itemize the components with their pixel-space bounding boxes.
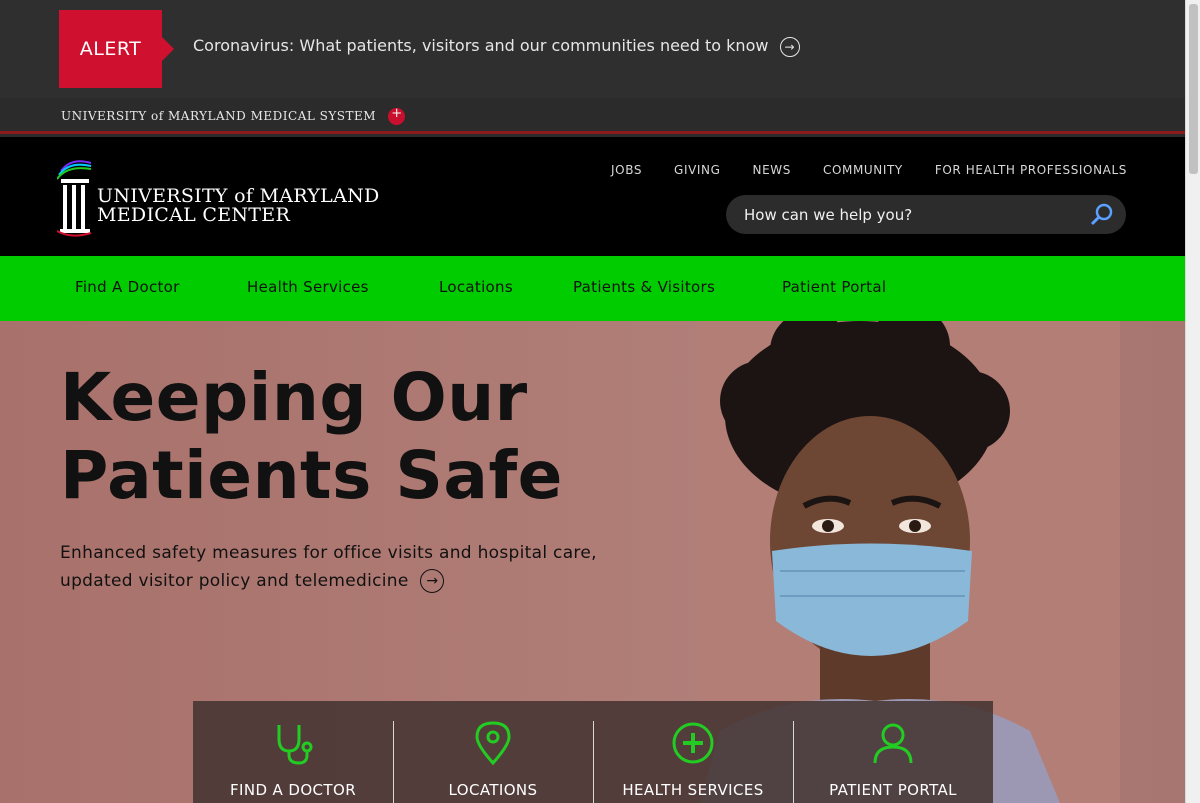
utility-link-news[interactable]: NEWS (753, 163, 791, 177)
search-input[interactable] (744, 195, 1074, 234)
quick-link-label: PATIENT PORTAL (829, 781, 957, 799)
header: UNIVERSITY of MARYLAND MEDICAL CENTER JO… (0, 137, 1185, 256)
hero-subtitle: Enhanced safety measures for office visi… (60, 543, 597, 591)
quick-link-label: FIND A DOCTOR (229, 781, 357, 799)
utility-link-giving[interactable]: GIVING (674, 163, 720, 177)
logo[interactable]: UNIVERSITY of MARYLAND MEDICAL CENTER (57, 157, 379, 237)
stethoscope-icon (277, 725, 313, 765)
plus-circle-icon (672, 722, 714, 764)
nav-patients-visitors[interactable]: Patients & Visitors (573, 278, 715, 296)
utility-link-jobs[interactable]: JOBS (611, 163, 642, 177)
alert-bar: ALERT Coronavirus: What patients, visito… (0, 0, 1185, 98)
quick-link-locations[interactable]: LOCATIONS (393, 701, 593, 803)
page-scrollbar[interactable] (1185, 0, 1200, 803)
arrow-right-icon: → (420, 569, 445, 593)
system-name: UNIVERSITY of MARYLAND MEDICAL SYSTEM (61, 109, 377, 123)
hero-title-line-1: Keeping Our (60, 359, 528, 436)
quick-link-patient-portal[interactable]: PATIENT PORTAL (793, 701, 993, 803)
quick-link-health-services[interactable]: HEALTH SERVICES (593, 701, 793, 803)
alert-message: Coronavirus: What patients, visitors and… (193, 36, 769, 55)
alert-link[interactable]: Coronavirus: What patients, visitors and… (193, 36, 800, 57)
arrow-right-icon: → (779, 36, 800, 57)
quick-links: FIND A DOCTOR LOCATIONS HEALTH SERVICES (193, 701, 993, 803)
main-nav: Find A Doctor Health Services Locations … (0, 256, 1185, 321)
search-icon[interactable] (1088, 201, 1116, 229)
expand-plus-icon (388, 106, 406, 125)
page: ALERT Coronavirus: What patients, visito… (0, 0, 1200, 803)
alert-badge: ALERT (59, 10, 174, 88)
system-bar: UNIVERSITY of MARYLAND MEDICAL SYSTEM (0, 98, 1185, 134)
nav-locations[interactable]: Locations (439, 278, 513, 296)
logo-line-2: MEDICAL CENTER (97, 204, 291, 226)
utility-link-community[interactable]: COMMUNITY (823, 163, 903, 177)
system-link[interactable]: UNIVERSITY of MARYLAND MEDICAL SYSTEM (61, 106, 406, 125)
user-icon (873, 723, 913, 764)
quick-link-find-a-doctor[interactable]: FIND A DOCTOR (193, 701, 393, 803)
utility-link-health-professionals[interactable]: FOR HEALTH PROFESSIONALS (935, 163, 1127, 177)
nav-health-services[interactable]: Health Services (247, 278, 369, 296)
nav-patient-portal[interactable]: Patient Portal (782, 278, 886, 296)
hero: Keeping Our Patients Safe Enhanced safet… (0, 321, 1185, 803)
search-box (726, 195, 1126, 234)
nav-find-a-doctor[interactable]: Find A Doctor (75, 278, 180, 296)
hero-subtitle-link[interactable]: Enhanced safety measures for office visi… (60, 539, 620, 595)
map-pin-icon (475, 721, 511, 765)
quick-link-label: HEALTH SERVICES (622, 781, 764, 799)
logo-text: UNIVERSITY of MARYLAND MEDICAL CENTER (97, 187, 380, 225)
hero-title-line-2: Patients Safe (60, 437, 563, 514)
hero-title: Keeping Our Patients Safe (60, 359, 563, 515)
utility-nav: JOBS GIVING NEWS COMMUNITY FOR HEALTH PR… (611, 163, 1127, 177)
scrollbar-thumb[interactable] (1189, 4, 1198, 174)
column-logo-icon (57, 160, 92, 237)
quick-link-label: LOCATIONS (448, 781, 538, 799)
